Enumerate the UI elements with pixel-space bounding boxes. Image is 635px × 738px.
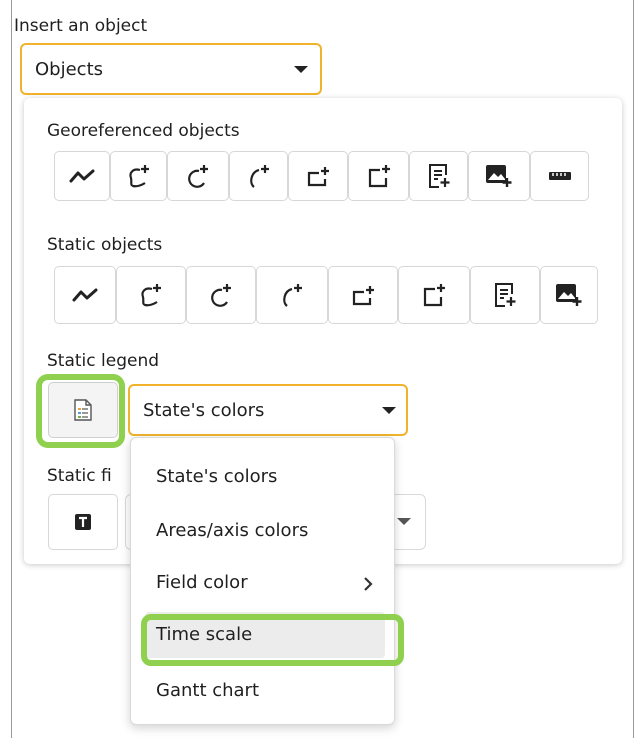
polyline-icon (72, 288, 98, 302)
chevron-right-icon (364, 577, 373, 591)
static-legend-select[interactable]: State's colors (128, 384, 408, 436)
text-add-icon (495, 283, 516, 307)
static-text-button[interactable] (470, 266, 540, 324)
circle-add-icon (211, 284, 231, 307)
text-box-icon (75, 514, 91, 530)
geo-square-button[interactable] (348, 151, 409, 201)
geo-rectangle-button[interactable] (288, 151, 348, 201)
text-add-icon (428, 164, 449, 188)
geo-ruler-button[interactable] (530, 151, 589, 201)
arc-add-icon (249, 165, 269, 188)
square-add-icon (423, 284, 445, 307)
square-add-icon (368, 165, 390, 188)
free-shape-add-icon (128, 165, 149, 188)
time-scale-highlight (141, 614, 404, 666)
static-image-button[interactable] (540, 266, 598, 324)
object-type-value: Objects (35, 58, 104, 80)
static-arc-button[interactable] (256, 266, 328, 324)
static-circle-button[interactable] (186, 266, 256, 324)
menu-item-field-color[interactable]: Field color (131, 560, 394, 606)
object-type-select[interactable]: Objects (20, 43, 322, 95)
static-field-text-button[interactable] (48, 494, 118, 550)
geo-text-button[interactable] (409, 151, 468, 201)
free-shape-add-icon (141, 284, 161, 307)
chevron-down-icon (382, 407, 396, 414)
rectangle-add-icon (352, 286, 374, 306)
geo-circle-button[interactable] (167, 151, 229, 201)
circle-add-icon (188, 165, 208, 188)
static-legend-value: State's colors (143, 399, 265, 421)
polyline-icon (69, 169, 95, 183)
panel-right-border (633, 0, 634, 738)
geo-free-shape-button[interactable] (110, 151, 167, 201)
static-free-shape-button[interactable] (116, 266, 186, 324)
static-rectangle-button[interactable] (328, 266, 398, 324)
menu-item-field-color-label: Field color (156, 572, 248, 593)
static-field-title: Static fi (47, 466, 112, 486)
menu-item-states-colors[interactable]: State's colors (131, 454, 394, 500)
legend-button-highlight (36, 374, 125, 448)
static-square-button[interactable] (398, 266, 470, 324)
arc-add-icon (283, 284, 302, 307)
rectangle-add-icon (307, 167, 329, 187)
insert-object-title: Insert an object (14, 16, 148, 36)
static-polyline-button[interactable] (54, 266, 116, 324)
geo-arc-button[interactable] (229, 151, 288, 201)
menu-item-areas-axis-colors[interactable]: Areas/axis colors (131, 508, 394, 554)
ruler-icon (548, 172, 571, 180)
legend-dropdown-menu: State's colors Areas/axis colors Field c… (130, 437, 395, 725)
static-legend-title: Static legend (47, 351, 160, 371)
chevron-down-icon (294, 66, 308, 73)
georeferenced-objects-title: Georeferenced objects (47, 121, 240, 141)
geo-polyline-button[interactable] (54, 151, 110, 201)
panel-left-border (11, 0, 12, 738)
geo-image-button[interactable] (468, 151, 530, 201)
image-add-icon (486, 165, 512, 187)
static-objects-title: Static objects (47, 235, 163, 255)
chevron-down-icon (397, 518, 411, 525)
image-add-icon (556, 284, 582, 306)
menu-item-gantt-chart[interactable]: Gantt chart (131, 668, 394, 714)
